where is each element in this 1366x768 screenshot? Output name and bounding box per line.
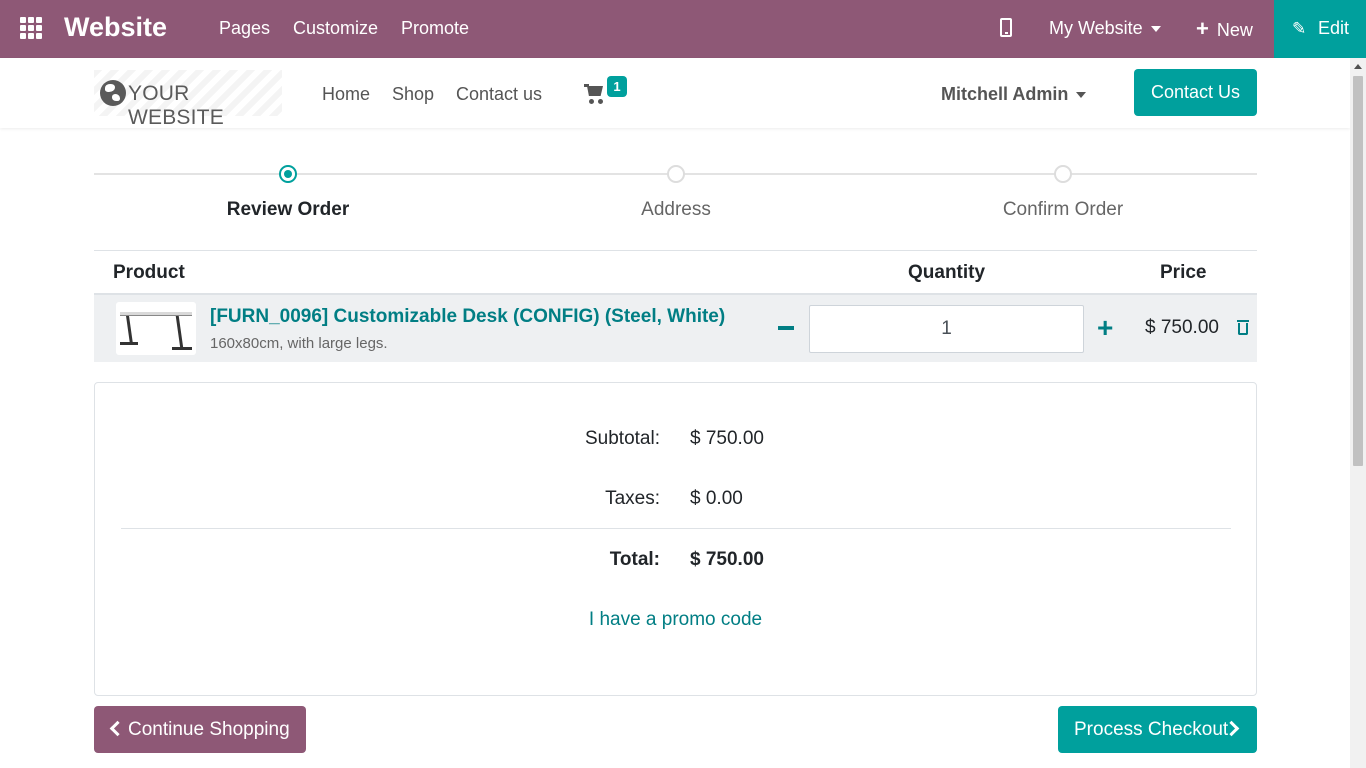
column-header-quantity: Quantity [908,262,986,283]
taxes-label: Taxes: [605,488,660,509]
site-header: YOUR WEBSITE Home Shop Contact us Mitche… [0,58,1350,129]
trash-icon[interactable] [1237,320,1249,335]
increase-quantity-button[interactable]: + [1097,311,1113,345]
total-value: $ 750.00 [690,549,764,570]
table-top-border [94,250,1257,251]
menu-pages[interactable]: Pages [219,18,270,39]
cart-count-badge: 1 [607,76,627,97]
process-checkout-label: Process Checkout [1074,719,1229,740]
scroll-up-arrow-icon[interactable] [1354,64,1362,69]
wizard-dot-review [279,165,297,183]
subtotal-value: $ 750.00 [690,428,764,449]
globe-icon [100,80,126,106]
page-scrollbar[interactable] [1350,58,1366,768]
cart-icon[interactable] [584,84,606,104]
promo-code-link[interactable]: I have a promo code [95,609,1256,631]
scrollbar-thumb[interactable] [1353,76,1363,466]
nav-contact-us[interactable]: Contact us [456,84,542,105]
subtotal-label: Subtotal: [585,428,660,449]
menu-customize[interactable]: Customize [293,18,378,39]
new-button[interactable]: + New [1196,16,1253,42]
chevron-down-icon [1150,26,1161,33]
order-summary: Subtotal: $ 750.00 Taxes: $ 0.00 Total: … [94,382,1257,696]
column-header-price: Price [1160,262,1207,283]
edit-button-label: Edit [1318,18,1350,38]
wizard-step-confirm-order[interactable]: Confirm Order [943,199,1183,221]
process-checkout-button[interactable]: Process Checkout [1058,706,1257,753]
website-selector-label: My Website [1049,18,1143,38]
product-name-link[interactable]: [FURN_0096] Customizable Desk (CONFIG) (… [210,306,725,328]
wizard-step-address[interactable]: Address [556,199,796,221]
app-title[interactable]: Website [64,12,167,43]
mobile-preview-icon[interactable] [1000,18,1012,37]
wizard-dot-address [667,165,685,183]
total-label: Total: [609,549,660,570]
website-selector[interactable]: My Website [1049,18,1161,39]
decrease-quantity-button[interactable] [778,326,794,330]
wizard-step-review-order[interactable]: Review Order [168,199,408,221]
user-menu[interactable]: Mitchell Admin [941,84,1087,105]
line-price: $ 750.00 [1145,317,1219,338]
wizard-dot-confirm [1054,165,1072,183]
chevron-left-icon [109,720,126,737]
apps-grid-icon[interactable] [20,17,42,39]
edit-button[interactable]: ✎ Edit [1274,0,1366,58]
plus-icon: + [1196,16,1209,41]
summary-divider [121,528,1231,529]
taxes-value: $ 0.00 [690,488,743,509]
product-image[interactable] [116,302,196,355]
product-description: 160x80cm, with large legs. [210,335,388,352]
column-header-product: Product [113,262,185,283]
logo-text: YOUR WEBSITE [128,82,224,129]
menu-promote[interactable]: Promote [401,18,469,39]
pencil-icon: ✎ [1292,19,1307,38]
chevron-down-icon [1076,92,1087,99]
site-logo[interactable]: YOUR WEBSITE [94,70,282,129]
new-button-label: New [1216,20,1253,40]
continue-shopping-button[interactable]: Continue Shopping [94,706,306,753]
contact-us-button[interactable]: Contact Us [1134,69,1257,116]
table-row: [FURN_0096] Customizable Desk (CONFIG) (… [94,295,1257,362]
quantity-input[interactable]: 1 [809,305,1084,353]
admin-topbar: Website Pages Customize Promote My Websi… [0,0,1366,58]
continue-shopping-label: Continue Shopping [128,719,290,740]
nav-home[interactable]: Home [322,84,370,105]
user-name: Mitchell Admin [941,84,1069,104]
nav-shop[interactable]: Shop [392,84,434,105]
